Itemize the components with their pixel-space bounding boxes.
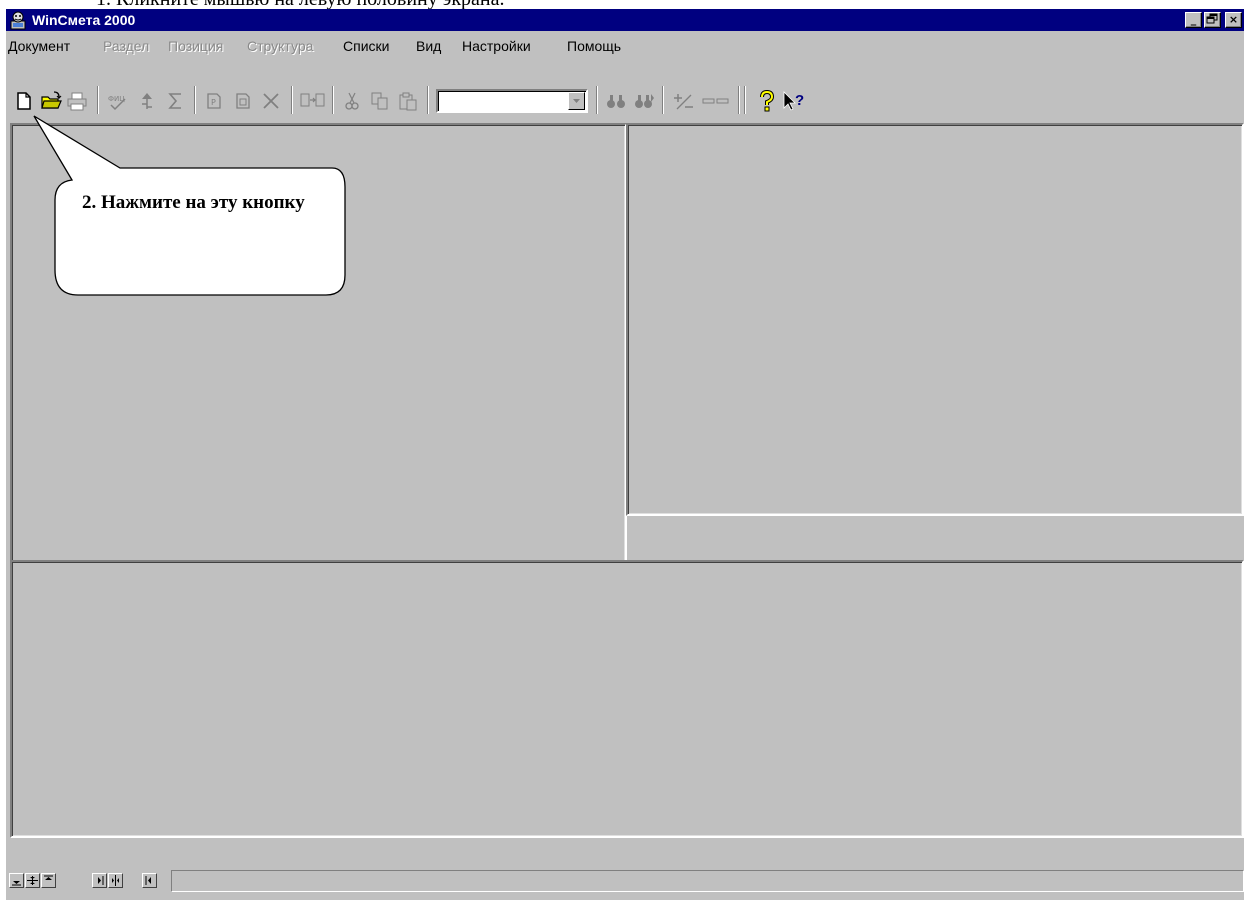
help-icon[interactable] (756, 90, 778, 112)
title-bar[interactable]: WinСмета 2000 _ × (6, 9, 1244, 31)
equals-icon[interactable] (701, 90, 731, 112)
move-icon[interactable] (299, 90, 327, 112)
add-subtract-icon[interactable] (673, 90, 695, 112)
restore-button[interactable] (1204, 12, 1221, 28)
split-horizontal-button[interactable] (25, 873, 40, 888)
open-folder-icon[interactable] (40, 90, 62, 112)
split-bottom-icon (12, 881, 21, 886)
window-title: WinСмета 2000 (32, 12, 136, 28)
spell-icon[interactable]: ФИЦ (107, 90, 129, 112)
sum-icon[interactable] (165, 90, 187, 112)
toolbar-separator (97, 86, 99, 114)
svg-text:P: P (211, 98, 216, 107)
split-top-button[interactable] (41, 873, 56, 888)
find-icon[interactable] (605, 90, 627, 112)
new-document-icon[interactable] (13, 90, 35, 112)
split-left-icon (145, 876, 151, 885)
split-right-button[interactable] (92, 873, 107, 888)
toolbar-separator (744, 86, 746, 114)
print-icon[interactable] (66, 90, 88, 112)
close-button[interactable]: × (1225, 12, 1242, 28)
toolbar-separator (662, 86, 664, 114)
find-next-icon[interactable] (633, 90, 655, 112)
menu-section[interactable]: Раздел (103, 37, 149, 55)
split-horizontal-icon (27, 876, 38, 885)
menu-settings[interactable]: Настройки (462, 37, 531, 55)
copy-icon[interactable] (369, 90, 391, 112)
split-right-icon (98, 876, 104, 885)
toolbar-combo[interactable] (436, 89, 588, 113)
status-text-field (171, 870, 1244, 892)
toolbar-separator (291, 86, 293, 114)
delete-icon[interactable] (260, 90, 282, 112)
split-top-icon (44, 875, 53, 880)
context-help-icon[interactable]: ? (782, 90, 808, 112)
chevron-down-icon (573, 99, 580, 103)
restore-icon (1206, 13, 1218, 24)
combo-dropdown-button[interactable] (568, 92, 585, 110)
menu-document[interactable]: Документ (8, 37, 70, 55)
cut-icon[interactable] (341, 90, 363, 112)
split-bottom-button[interactable] (9, 873, 24, 888)
menu-position[interactable]: Позиция (168, 37, 223, 55)
split-vertical-icon (112, 875, 119, 886)
paste-icon[interactable] (397, 90, 419, 112)
split-vertical-button[interactable] (108, 873, 123, 888)
toolbar-separator (738, 86, 740, 114)
menu-view[interactable]: Вид (416, 37, 441, 55)
svg-text:?: ? (795, 92, 804, 109)
right-pane[interactable] (626, 123, 1244, 516)
menu-structure[interactable]: Структура (247, 37, 313, 55)
toolbar-separator (596, 86, 598, 114)
structure-icon[interactable] (136, 90, 158, 112)
toolbar-separator (427, 86, 429, 114)
menu-help[interactable]: Помощь (567, 37, 621, 55)
app-icon[interactable] (8, 10, 28, 30)
bottom-pane[interactable] (10, 560, 1244, 838)
minimize-button[interactable]: _ (1185, 12, 1202, 28)
callout-text: 2. Нажмите на эту кнопку (82, 192, 305, 213)
copy-page-icon[interactable] (232, 90, 254, 112)
toolbar-separator (332, 86, 334, 114)
menu-bar: Документ Раздел Позиция Структура Списки… (6, 32, 1244, 58)
insert-page-icon[interactable]: P (203, 90, 225, 112)
toolbar-separator (194, 86, 196, 114)
menu-lists[interactable]: Списки (343, 37, 389, 55)
split-left-button[interactable] (142, 873, 157, 888)
